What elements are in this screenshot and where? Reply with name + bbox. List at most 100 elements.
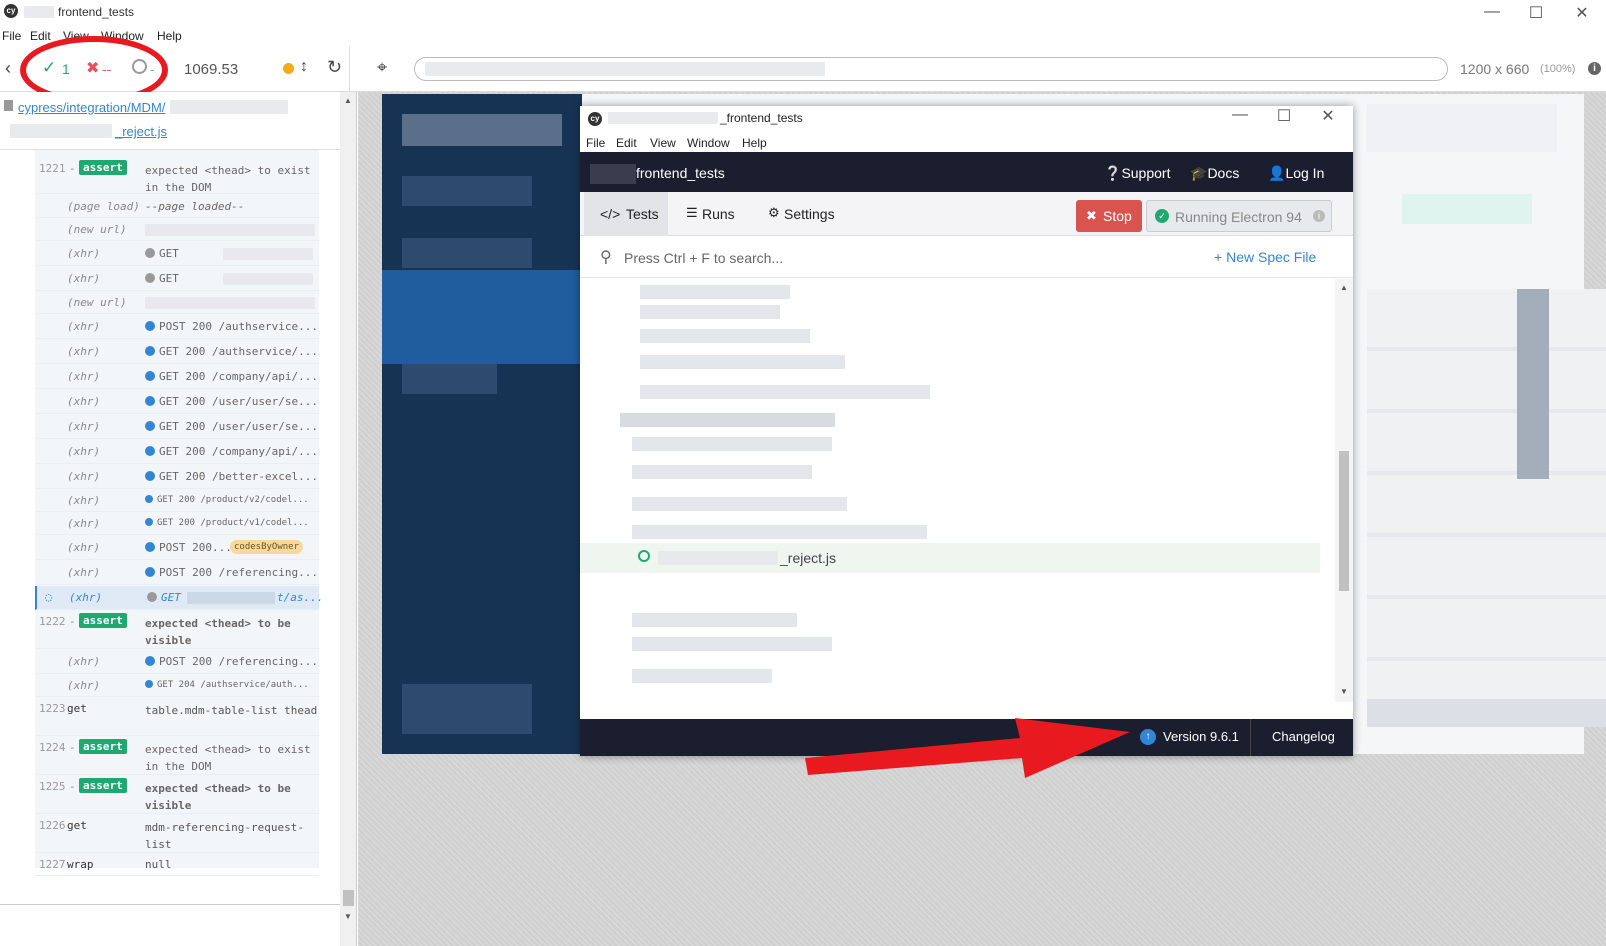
command-row[interactable]: (new url) xyxy=(35,219,319,241)
tab-settings[interactable]: ⚙ Settings xyxy=(762,192,852,236)
scroll-thumb[interactable] xyxy=(1339,451,1349,591)
tab-tests[interactable]: </> Tests xyxy=(584,192,668,236)
command-row[interactable]: 1224 - assert expected <thead> to exist … xyxy=(35,737,319,775)
url-bar[interactable] xyxy=(414,57,1448,81)
command-row[interactable]: (xhr) GET 200 /company/api/... xyxy=(35,365,319,389)
command-row[interactable]: 1222 - assert expected <thead> to be vis… xyxy=(35,611,319,649)
minimize-icon[interactable]: — xyxy=(1230,106,1250,124)
close-icon[interactable]: ✕ xyxy=(1572,3,1592,23)
selector-playground-icon[interactable]: ⌖ xyxy=(377,57,387,78)
menu-file[interactable]: File xyxy=(2,29,21,43)
inner-menu-help[interactable]: Help xyxy=(742,136,767,150)
menu-bar: File Edit View Window Help xyxy=(0,24,1606,46)
back-chevron-icon[interactable]: ‹ xyxy=(5,58,11,79)
scroll-up-icon[interactable]: ▲ xyxy=(1340,283,1348,292)
blurred-content xyxy=(1367,699,1606,727)
info-icon[interactable]: i xyxy=(1588,62,1601,75)
row-message: GET xyxy=(159,247,179,260)
command-row[interactable]: (page load) --page loaded-- xyxy=(35,196,319,218)
maximize-icon[interactable]: ☐ xyxy=(1526,3,1546,23)
row-message: table.mdm-table-list thead xyxy=(145,704,318,717)
changelog-link[interactable]: Changelog xyxy=(1272,729,1335,744)
inner-menu-view[interactable]: View xyxy=(650,136,676,150)
row-command: (xhr) xyxy=(69,591,103,604)
row-message: --page loaded-- xyxy=(145,200,245,213)
row-message: expected <thead> to exist in the DOM xyxy=(145,743,311,773)
row-message: GET 200 /company/api/... xyxy=(159,370,318,383)
row-message: POST 200 /authservice... xyxy=(159,320,318,333)
new-spec-link[interactable]: + New Spec File xyxy=(1214,249,1316,265)
command-row[interactable]: (xhr) GET 200 /company/api/... xyxy=(35,440,319,464)
command-rows: 1221 - assert expected <thead> to exist … xyxy=(0,92,340,946)
command-row[interactable]: 1225 - assert expected <thead> to be vis… xyxy=(35,776,319,814)
inner-menu-edit[interactable]: Edit xyxy=(616,136,637,150)
command-row[interactable]: (xhr) POST 200 /authservice... xyxy=(35,315,319,339)
row-dash: - xyxy=(69,162,76,175)
inner-menu-window[interactable]: Window xyxy=(687,136,730,150)
command-row[interactable]: (xhr) GET 200 /better-excel... xyxy=(35,465,319,489)
command-row-pending[interactable]: ◌ (xhr) GET t/as... xyxy=(35,586,323,610)
viewport-size: 1200 x 660 xyxy=(1460,61,1530,77)
reload-icon[interactable]: ↻ xyxy=(327,57,342,78)
xhr-dot-icon xyxy=(145,680,153,688)
command-row[interactable]: (xhr) GET 200 /user/user/se... xyxy=(35,390,319,414)
minimize-icon[interactable]: — xyxy=(1482,3,1502,21)
stop-button[interactable]: ✖ Stop xyxy=(1076,200,1142,232)
login-link[interactable]: 👤Log In xyxy=(1268,165,1324,182)
active-spec-name: _reject.js xyxy=(780,550,837,566)
command-row[interactable]: (xhr) GET 200 /product/v2/codel... xyxy=(35,490,319,512)
command-row[interactable]: (xhr) POST 200... codesByOwner xyxy=(35,536,319,560)
scroll-up-icon[interactable]: ▲ xyxy=(344,96,352,105)
row-message: GET 200 /user/user/se... xyxy=(159,395,318,408)
command-row[interactable]: (xhr) GET 200 /product/v1/codel... xyxy=(35,513,319,535)
browser-status[interactable]: ✓ Running Electron 94 i xyxy=(1146,200,1332,232)
scroll-down-icon[interactable]: ▼ xyxy=(1340,687,1348,696)
command-row[interactable]: 1226 get mdm-referencing-request-list xyxy=(35,815,319,853)
command-row[interactable]: (xhr) GET 204 /authservice/auth... xyxy=(35,675,319,697)
window-title: frontend_tests xyxy=(58,5,135,19)
command-row[interactable]: (xhr) GET 200 /user/user/se... xyxy=(35,415,319,439)
row-message: GET 200 /authservice/... xyxy=(159,345,318,358)
xhr-dot-icon xyxy=(145,346,155,356)
command-row[interactable]: 1223 get table.mdm-table-list thead xyxy=(35,698,319,736)
plus-icon: + xyxy=(1214,249,1227,265)
command-row[interactable]: (xhr) POST 200 /referencing... xyxy=(35,650,319,674)
maximize-icon[interactable]: ☐ xyxy=(1274,106,1294,126)
inner-menu-file[interactable]: File xyxy=(586,136,605,150)
menu-help[interactable]: Help xyxy=(157,29,182,43)
support-link[interactable]: ❔Support xyxy=(1104,165,1170,182)
assert-badge: assert xyxy=(79,739,127,754)
assert-badge: assert xyxy=(79,160,127,175)
blurred-spec xyxy=(632,497,847,511)
info-icon[interactable]: i xyxy=(1313,210,1325,222)
scroll-down-icon[interactable]: ▼ xyxy=(344,912,352,921)
close-icon[interactable]: ✕ xyxy=(1318,106,1338,126)
blurred-spec xyxy=(640,385,930,399)
command-row[interactable]: (xhr) GET xyxy=(35,242,319,266)
row-message: null xyxy=(145,858,172,871)
command-row[interactable]: 1221 - assert expected <thead> to exist … xyxy=(35,158,319,194)
search-input[interactable]: Press Ctrl + F to search... xyxy=(624,250,783,266)
command-row[interactable]: 1227 wrap null xyxy=(35,854,319,876)
scroll-thumb[interactable] xyxy=(343,890,354,906)
row-message: GET 200 /product/v1/codel... xyxy=(157,518,309,528)
spec-list-scrollbar[interactable]: ▲ ▼ xyxy=(1335,279,1353,702)
row-message: expected <thead> to exist in the DOM xyxy=(145,164,311,194)
running-indicator-icon xyxy=(638,550,650,562)
reporter-scrollbar[interactable]: ▲ ▼ xyxy=(340,92,356,946)
docs-link[interactable]: 🎓Docs xyxy=(1190,165,1239,182)
tab-runs[interactable]: ☰ Runs xyxy=(680,192,750,236)
command-row[interactable]: (xhr) POST 200 /referencing... xyxy=(35,561,319,585)
command-row[interactable]: (xhr) GET xyxy=(35,267,319,291)
viewport-zoom: (100%) xyxy=(1540,63,1576,75)
row-number: 1226 xyxy=(39,819,66,832)
command-row[interactable]: (xhr) GET 200 /authservice/... xyxy=(35,340,319,364)
row-dash: - xyxy=(69,741,76,754)
version-label[interactable]: Version 9.6.1 xyxy=(1163,729,1239,744)
active-spec-row[interactable]: _reject.js xyxy=(580,543,1320,573)
row-message: GET 200 /user/user/se... xyxy=(159,420,318,433)
command-row[interactable]: (new url) xyxy=(35,292,319,314)
menu-edit[interactable]: Edit xyxy=(30,29,51,43)
scroll-toggle-icon[interactable]: ↕ xyxy=(300,58,308,76)
row-command: (new url) xyxy=(67,296,127,309)
